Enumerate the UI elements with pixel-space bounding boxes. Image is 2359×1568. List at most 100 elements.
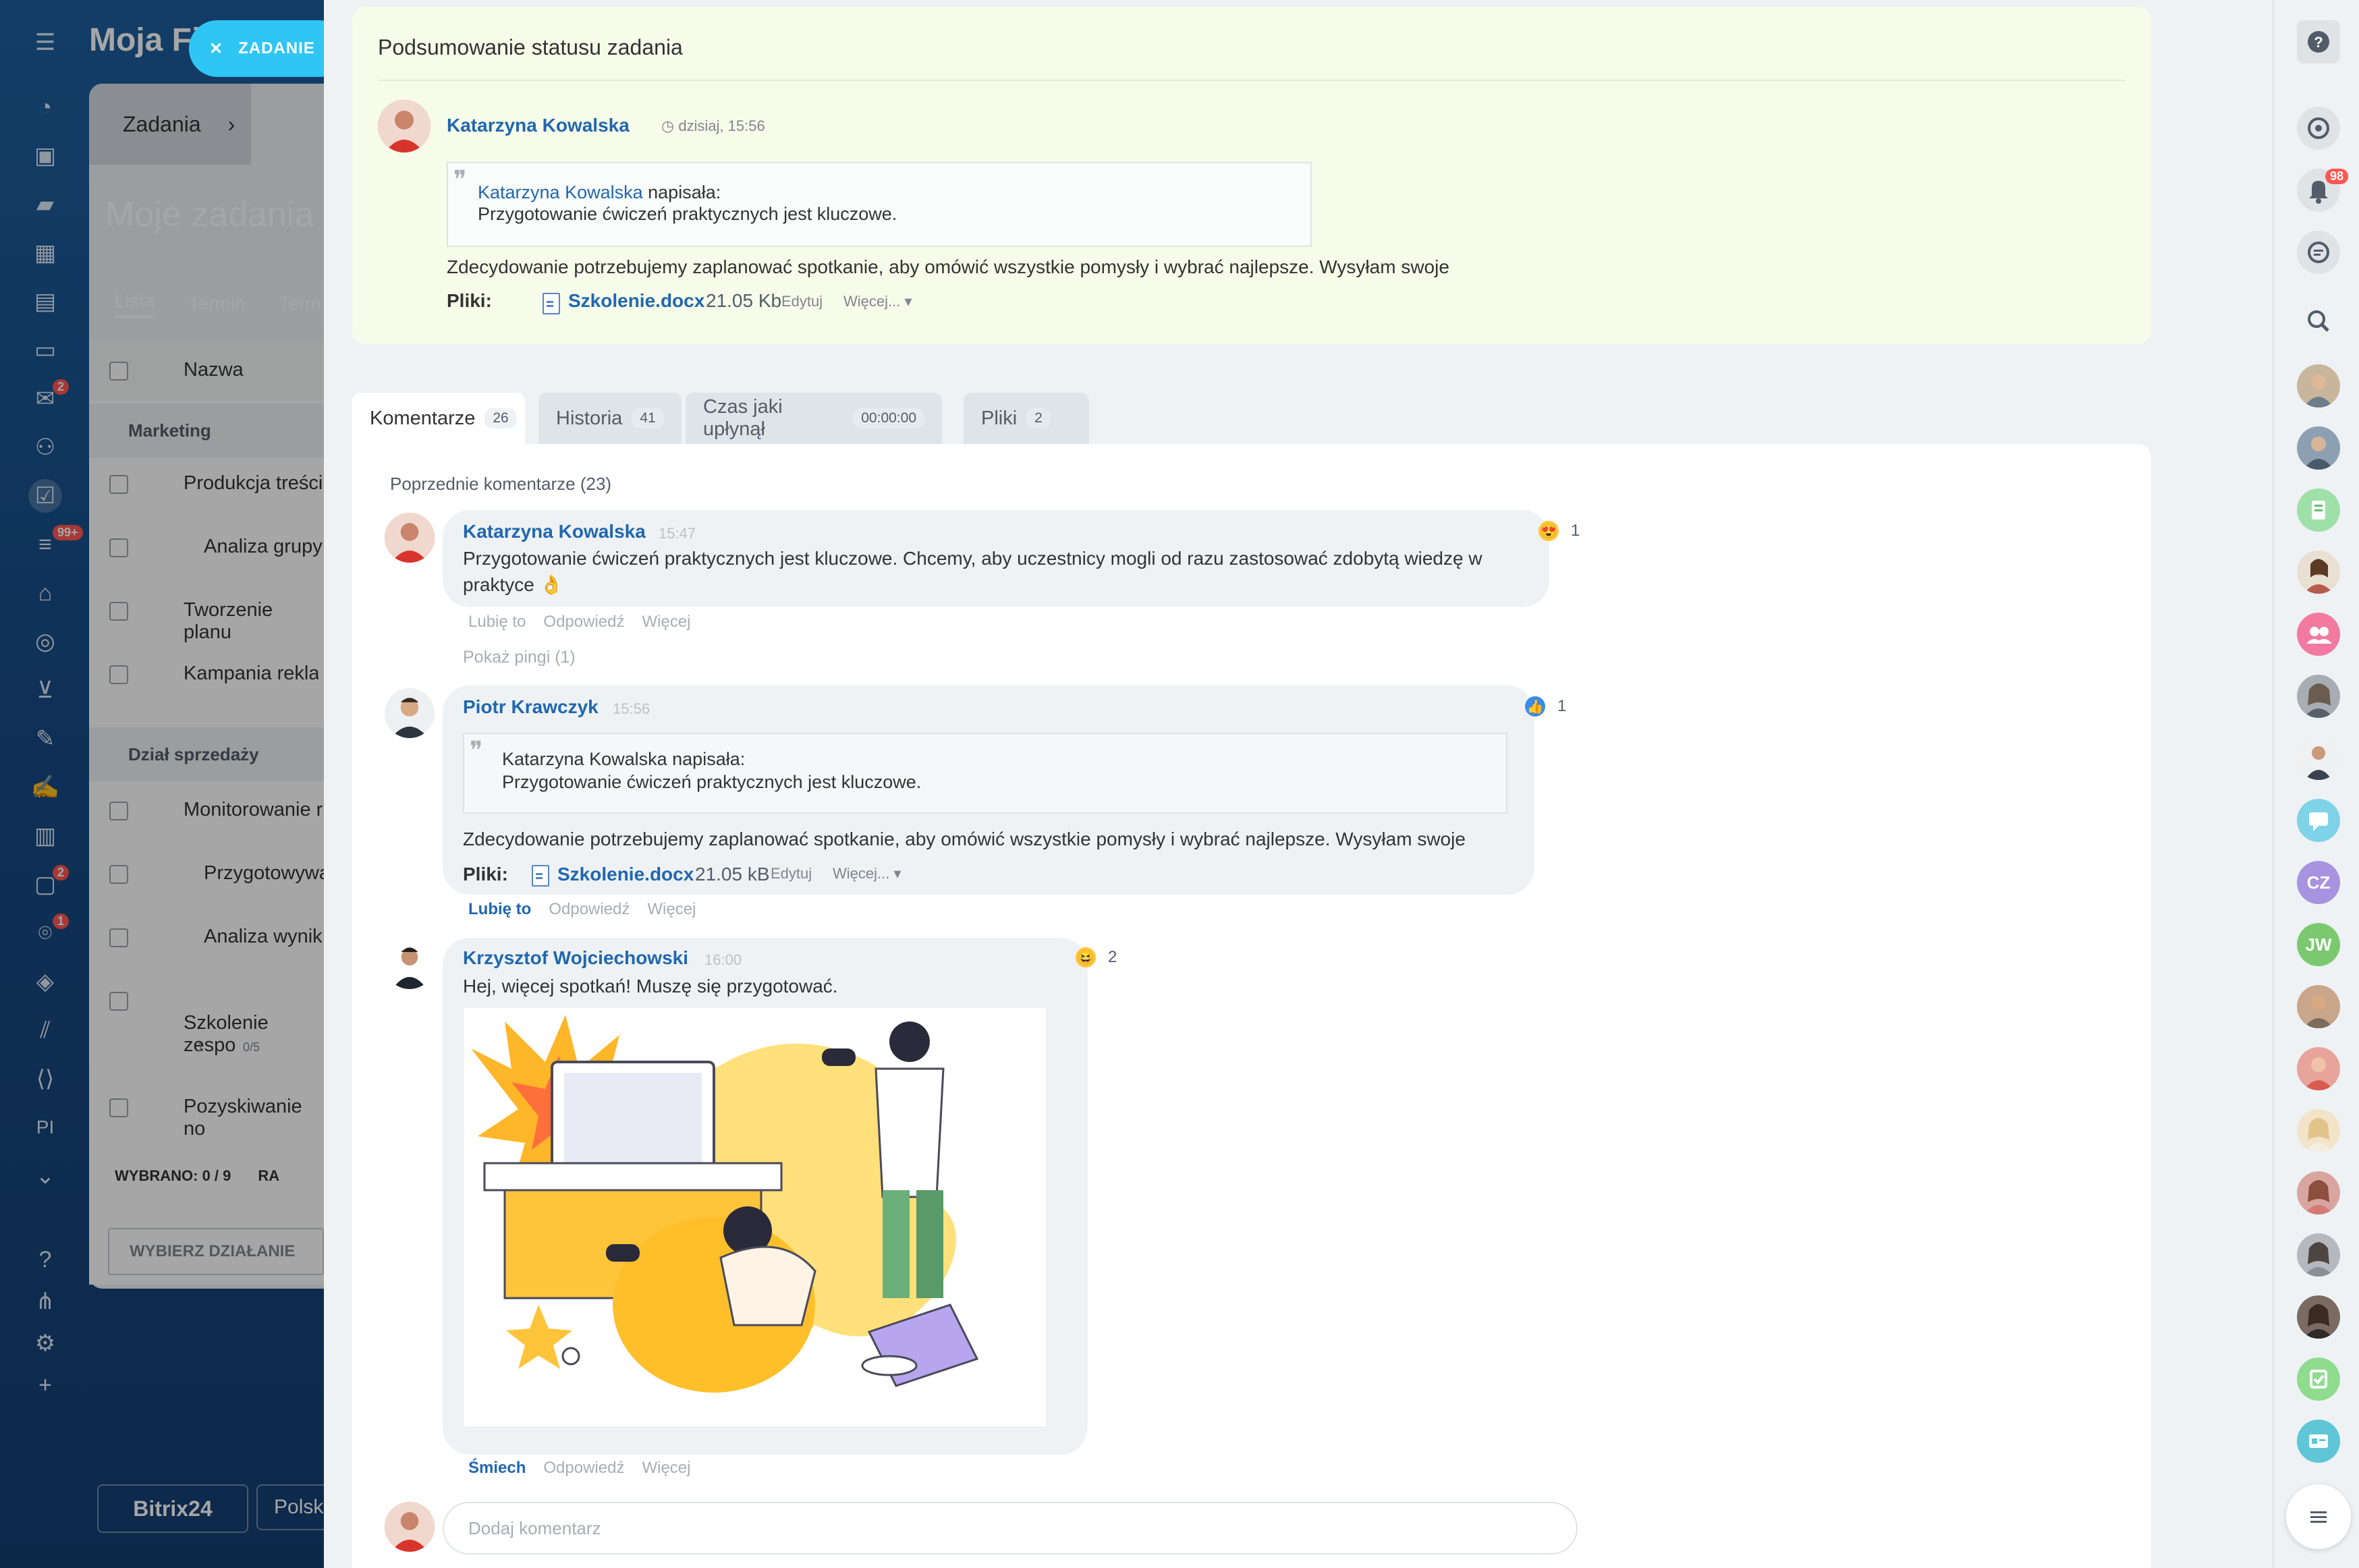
reply-link[interactable]: Odpowiedź	[549, 900, 630, 919]
reply-link[interactable]: Odpowiedź	[543, 613, 624, 632]
tab-comments[interactable]: Komentarze 26	[352, 393, 525, 444]
contact-card-icon[interactable]	[2297, 1420, 2340, 1463]
like-link[interactable]: Lubię to	[468, 900, 531, 919]
show-pings-link[interactable]: Pokaż pingi (1)	[463, 648, 576, 667]
avatar[interactable]	[378, 100, 431, 152]
comment-time: 16:00	[704, 951, 742, 968]
file-more-link[interactable]: Więcej... ▾	[833, 865, 901, 883]
docx-icon	[543, 293, 560, 314]
file-more-link[interactable]: Więcej... ▾	[843, 293, 912, 310]
initials: JW	[2305, 934, 2332, 955]
laugh-link[interactable]: Śmiech	[468, 1459, 526, 1478]
chat-icon[interactable]	[2297, 799, 2340, 842]
help-icon[interactable]: ?	[2297, 20, 2340, 63]
search-icon[interactable]	[2297, 300, 2340, 343]
comment-actions: Śmiech Odpowiedź Więcej	[468, 1459, 690, 1478]
comment-actions: Lubię to Odpowiedź Więcej	[468, 613, 691, 632]
quote-suffix: napisała:	[672, 749, 746, 769]
add-comment-input[interactable]: Dodaj komentarz	[443, 1502, 1578, 1555]
reaction-badge[interactable]: 😍 1	[1538, 521, 1580, 541]
background-app: ☰ ◔ ▣ ▰ ▦ ▤ ▭ ✉ 2 ⚇ ☑ ≡ 99+ ⌂ ◎ ⊻ ✎ ✍ ▥ …	[0, 0, 348, 1568]
tab-label: Czas jaki upłynął	[703, 396, 783, 440]
contact-avatar[interactable]	[2297, 1171, 2340, 1214]
more-link[interactable]: Więcej	[642, 1459, 690, 1478]
tab-history[interactable]: Historia 41	[538, 393, 682, 444]
thumbs-up-icon: 👍	[1525, 696, 1545, 717]
contact-avatar[interactable]	[2297, 364, 2340, 408]
quote-text: Przygotowanie ćwiczeń praktycznych jest …	[502, 772, 922, 792]
group-chat-icon[interactable]	[2297, 613, 2340, 656]
summary-quote: ❞ Katarzyna Kowalska napisała: Przygotow…	[447, 162, 1312, 247]
comment-author[interactable]: Katarzyna Kowalska	[463, 521, 646, 542]
overlay-dim[interactable]	[0, 0, 324, 1568]
current-user-avatar	[385, 1502, 435, 1552]
more-link[interactable]: Więcej	[647, 900, 696, 919]
comment-author[interactable]: Piotr Krawczyk	[463, 696, 599, 718]
quote-text: Przygotowanie ćwiczeń praktycznych jest …	[478, 204, 897, 224]
comment-quote: ❞ Katarzyna Kowalska napisała: Przygotow…	[463, 733, 1507, 814]
summary-time-text: dzisiaj, 15:56	[678, 117, 765, 134]
like-link[interactable]: Lubię to	[468, 613, 526, 632]
tab-label: Komentarze	[370, 407, 476, 429]
comment-text: Hej, więcej spotkań! Muszę się przygotow…	[463, 976, 838, 997]
contact-initials-cz[interactable]: CZ	[2297, 861, 2340, 904]
close-icon: ✕	[209, 39, 224, 58]
contact-avatar[interactable]	[2297, 737, 2340, 780]
tab-label: Pliki	[981, 407, 1018, 429]
tab-count: 00:00:00	[853, 408, 924, 428]
tasks-icon[interactable]	[2297, 1357, 2340, 1401]
reaction-count: 1	[1557, 697, 1567, 715]
comment-image[interactable]	[464, 1008, 1046, 1426]
quote-author[interactable]: Katarzyna Kowalska	[502, 749, 667, 769]
contact-avatar[interactable]	[2297, 1047, 2340, 1090]
file-more-label: Więcej...	[843, 293, 901, 310]
messages-icon[interactable]	[2297, 231, 2340, 274]
file-link[interactable]: Szkolenie.docx	[557, 864, 694, 885]
contact-avatar[interactable]	[2297, 1233, 2340, 1277]
tab-elapsed-time[interactable]: Czas jaki upłynął 00:00:00	[686, 393, 942, 444]
previous-comments-link[interactable]: Poprzednie komentarze (23)	[390, 474, 611, 495]
file-link[interactable]: Szkolenie.docx	[568, 290, 704, 312]
quote-icon: ❞	[470, 737, 483, 764]
summary-author[interactable]: Katarzyna Kowalska	[447, 115, 630, 136]
list-menu-icon[interactable]	[2286, 1484, 2351, 1549]
file-edit-link[interactable]: Edytuj	[771, 865, 812, 883]
contact-avatar[interactable]	[2297, 426, 2340, 470]
file-more-label: Więcej...	[833, 865, 890, 882]
docx-icon	[532, 865, 549, 887]
notifications-badge: 98	[2325, 169, 2349, 184]
tab-files[interactable]: Pliki 2	[964, 393, 1089, 444]
avatar[interactable]	[385, 688, 435, 738]
comment-text: Zdecydowanie potrzebujemy zaplanować spo…	[463, 829, 1466, 849]
reaction-badge[interactable]: 👍 1	[1525, 696, 1566, 717]
avatar[interactable]	[385, 513, 435, 563]
reaction-badge[interactable]: 😆 2	[1076, 947, 1117, 968]
file-size: 21.05 Kb	[706, 290, 782, 311]
tab-count: 2	[1026, 408, 1051, 428]
clock-icon: ◷	[661, 117, 675, 134]
initials: CZ	[2306, 872, 2331, 893]
chevron-down-icon: ▾	[893, 865, 901, 882]
tab-label: Historia	[556, 407, 623, 429]
status-summary: Podsumowanie statusu zadania Katarzyna K…	[352, 7, 2151, 344]
files-label: Pliki:	[463, 864, 508, 885]
notes-icon[interactable]	[2297, 488, 2340, 532]
summary-title: Podsumowanie statusu zadania	[378, 35, 683, 59]
heart-eyes-icon: 😍	[1538, 521, 1559, 541]
avatar[interactable]	[385, 939, 435, 989]
contact-avatar[interactable]	[2297, 675, 2340, 718]
contact-avatar[interactable]	[2297, 985, 2340, 1028]
more-link[interactable]: Więcej	[642, 613, 690, 632]
contact-avatar[interactable]	[2297, 1295, 2340, 1339]
contact-avatar[interactable]	[2297, 551, 2340, 594]
comment-time: 15:47	[659, 525, 696, 542]
comment-author[interactable]: Krzysztof Wojciechowski	[463, 947, 688, 969]
activity-icon[interactable]	[2297, 107, 2340, 150]
file-edit-link[interactable]: Edytuj	[781, 293, 823, 310]
contact-initials-jw[interactable]: JW	[2297, 923, 2340, 966]
right-rail: ? 98 CZ JW	[2273, 0, 2359, 1568]
contact-avatar[interactable]	[2297, 1109, 2340, 1152]
quote-icon: ❞	[453, 166, 467, 194]
reply-link[interactable]: Odpowiedź	[543, 1459, 624, 1478]
quote-author[interactable]: Katarzyna Kowalska	[478, 182, 643, 202]
